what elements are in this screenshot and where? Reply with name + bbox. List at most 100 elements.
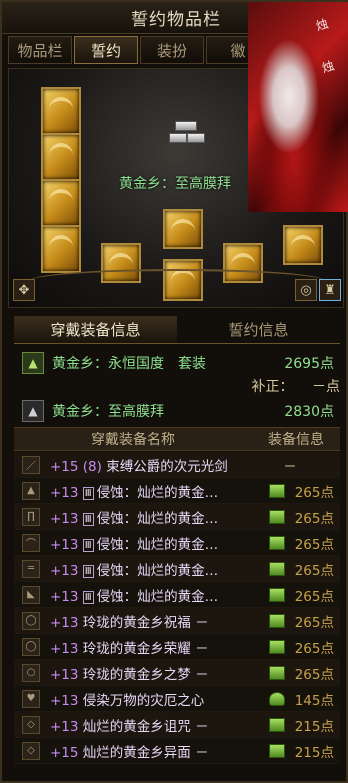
equipment-row[interactable]: ♥ +13 侵染万物的灾厄之心 145点 [14, 686, 340, 712]
green-gem-icon [268, 509, 285, 524]
equipment-name-text: 侵蚀：灿烂的黄金… [96, 484, 219, 501]
tab-avatar[interactable]: 装扮 [140, 36, 204, 64]
equipment-info: 215点 [246, 741, 340, 761]
refresh-icon[interactable]: ◎ [295, 279, 317, 301]
equipment-row[interactable]: ◯ +13 玲珑的黄金乡祝福 － 265点 [14, 608, 340, 634]
tier-tag: Ⅲ [82, 486, 94, 500]
equipment-name: +13 Ⅲ 侵蚀：灿烂的黄金… [50, 533, 246, 553]
enhance-level: +13 [50, 484, 83, 501]
equipment-row[interactable]: ／ +15 (8) 束缚公爵的次元光剑 － [14, 452, 340, 478]
equipment-name-text: 侵染万物的灾厄之心 [82, 692, 205, 709]
set-level-icon: ▲ [22, 352, 44, 374]
refine-level: (8) [82, 458, 107, 475]
equipment-name: +15 (8) 束缚公爵的次元光剑 [50, 455, 246, 475]
streamer-photo: 烛 烛 [248, 2, 348, 212]
equip-slot-emblem[interactable] [163, 209, 203, 249]
equipment-list: ／ +15 (8) 束缚公爵的次元光剑－ ▲ +13 Ⅲ 侵蚀：灿烂的黄金… 265点 ∏ +… [14, 452, 340, 764]
tab-pledge[interactable]: 誓约 [74, 36, 138, 64]
equipment-info: 265点 [246, 611, 340, 631]
gold-bars-icon [169, 117, 209, 157]
heart-icon: ♥ [22, 689, 40, 708]
watermark-bottom: 烛 [320, 58, 336, 76]
green-heart-icon [268, 691, 285, 706]
equipment-row[interactable]: ▲ +13 Ⅲ 侵蚀：灿烂的黄金… 265点 [14, 478, 340, 504]
move-icon[interactable]: ✥ [13, 279, 35, 301]
shoes-icon: ◣ [22, 585, 40, 604]
equipment-name-text: 侵蚀：灿烂的黄金… [96, 510, 219, 527]
tab-equipment-info[interactable]: 穿戴装备信息 [14, 316, 177, 343]
equipment-name-text: 灿烂的黄金乡诅咒 － [82, 718, 209, 735]
enhance-level: +13 [50, 562, 83, 579]
equipment-window: 誓约物品栏 物品栏 誓约 装扮 徽 黄金乡：至高膜拜 ✥ ◎ ♜ 烛 烛 穿戴装… [0, 0, 348, 783]
equipment-info-value: 215点 [294, 744, 334, 761]
equip-slot-coat[interactable] [41, 133, 81, 181]
set-secondary-points: 2830点 [284, 404, 334, 420]
equipment-row[interactable]: ◇ +15 灿烂的黄金乡异面 － 215点 [14, 738, 340, 764]
enhance-level: +13 [50, 692, 83, 709]
necklace-icon: ◯ [22, 611, 40, 630]
equipment-name: +13 Ⅲ 侵蚀：灿烂的黄金… [50, 481, 246, 501]
green-gem-icon [268, 717, 285, 732]
stone-icon: ◇ [22, 715, 40, 734]
set-level-icon-gray: ▲ [22, 400, 44, 422]
equipment-row[interactable]: ∏ +13 Ⅲ 侵蚀：灿烂的黄金… 265点 [14, 504, 340, 530]
equipment-row[interactable]: ◯ +13 玲珑的黄金乡荣耀 － 265点 [14, 634, 340, 660]
equipment-row[interactable]: ○ +13 玲珑的黄金乡之梦 － 265点 [14, 660, 340, 686]
tab-inventory[interactable]: 物品栏 [8, 36, 72, 64]
equip-slot-shoulder[interactable] [41, 87, 81, 135]
equipment-name: +13 Ⅲ 侵蚀：灿烂的黄金… [50, 507, 246, 527]
equip-slot-pants[interactable] [41, 225, 81, 273]
col-header-info: 装备信息 [268, 432, 324, 448]
enhance-level: +13 [50, 666, 83, 683]
stage-ornament [29, 269, 325, 293]
enhance-level: +15 [50, 744, 83, 761]
equipment-info: 215点 [246, 715, 340, 735]
equipment-info-value: － [283, 458, 297, 475]
equipment-info: － [246, 455, 340, 475]
equipment-name: +13 灿烂的黄金乡诅咒 － [50, 715, 246, 735]
col-header-name: 穿戴装备名称 [91, 432, 175, 448]
equipment-info: 265点 [246, 559, 340, 579]
equipment-name-text: 束缚公爵的次元光剑 [106, 458, 228, 475]
equipment-name-text: 侵蚀：灿烂的黄金… [96, 588, 219, 605]
equipment-info: 265点 [246, 481, 340, 501]
equipment-row[interactable]: ◇ +13 灿烂的黄金乡诅咒 － 215点 [14, 712, 340, 738]
equipment-table-header: 穿戴装备名称 装备信息 [14, 427, 340, 451]
bonus-line: 补正： －点 [252, 376, 340, 396]
enhance-level: +13 [50, 510, 83, 527]
tier-tag: Ⅲ [82, 538, 94, 552]
enhance-level: +13 [50, 588, 83, 605]
equipment-info-value: 265点 [294, 588, 334, 605]
equipment-info: 265点 [246, 637, 340, 657]
stage-set-name: 黄金乡：至高膜拜 [119, 176, 231, 192]
green-gem-icon [268, 587, 285, 602]
enhance-level: +13 [50, 718, 83, 735]
equipment-info: 145点 [246, 689, 340, 709]
set-primary-title: 黄金乡：永恒国度 [52, 356, 164, 372]
set-primary-points: 2695点 [284, 356, 334, 372]
equip-slot-belt[interactable] [41, 179, 81, 227]
enhance-level: +15 [50, 458, 83, 475]
equipment-info-value: 265点 [294, 640, 334, 657]
enhance-level: +13 [50, 536, 83, 553]
green-gem-icon [268, 743, 285, 758]
bonus-label: 补正： [251, 379, 294, 395]
outfit-icon[interactable]: ♜ [319, 279, 341, 301]
equipment-row[interactable]: ⌒ +13 Ⅲ 侵蚀：灿烂的黄金… 265点 [14, 530, 340, 556]
equipment-name: +13 玲珑的黄金乡荣耀 － [50, 637, 246, 657]
shoulder-icon: ⌒ [22, 533, 40, 552]
set-primary-type: 套装 [178, 356, 206, 372]
equipment-name: +13 玲珑的黄金乡祝福 － [50, 611, 246, 631]
equipment-info-value: 215点 [294, 718, 334, 735]
equipment-name-text: 玲珑的黄金乡之梦 － [82, 666, 209, 683]
set-secondary-title: 黄金乡：至高膜拜 [52, 404, 164, 420]
tab-pledge-info[interactable]: 誓约信息 [177, 316, 340, 343]
equip-slot-earring[interactable] [283, 225, 323, 265]
tier-tag: Ⅲ [82, 564, 94, 578]
tab-bar: 物品栏 誓约 装扮 徽 [8, 36, 272, 66]
equipment-name-text: 玲珑的黄金乡荣耀 － [82, 640, 209, 657]
equipment-info-value: 265点 [294, 666, 334, 683]
equipment-name-text: 灿烂的黄金乡异面 － [82, 744, 209, 761]
equipment-row[interactable]: ◣ +13 Ⅲ 侵蚀：灿烂的黄金… 265点 [14, 582, 340, 608]
equipment-row[interactable]: ═ +13 Ⅲ 侵蚀：灿烂的黄金… 265点 [14, 556, 340, 582]
